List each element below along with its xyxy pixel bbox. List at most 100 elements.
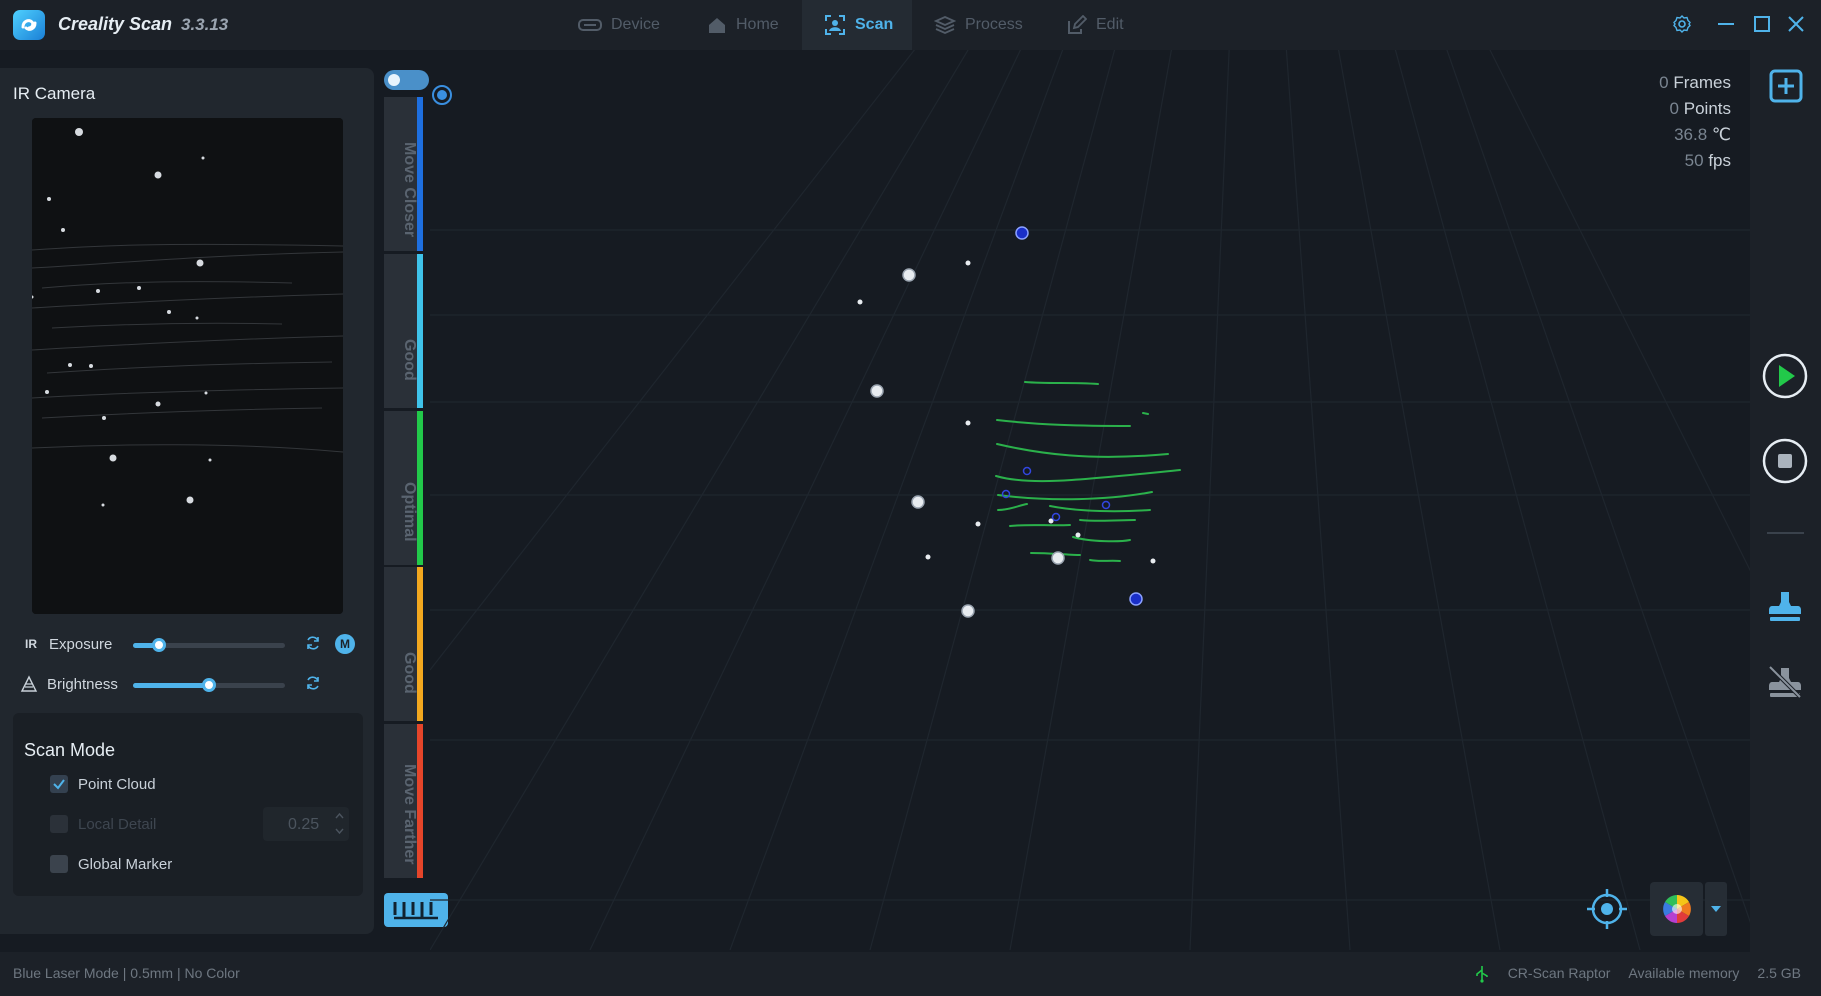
temperature-unit: ℃: [1711, 125, 1731, 144]
distance-segment-move-farther: Move Farther: [384, 724, 423, 879]
scan-mode-panel: Scan Mode Point Cloud Local Detail 0.25 …: [13, 713, 363, 896]
title-bar: Creality Scan 3.3.13 Device Home Scan Pr…: [0, 0, 1821, 50]
locate-button[interactable]: [1585, 887, 1629, 936]
temperature-value: 36.8: [1674, 125, 1708, 144]
local-detail-value: 0.25: [288, 816, 320, 833]
scan-stats: 0 Frames 0 Points 36.8 ℃ 50 fps: [1659, 70, 1731, 174]
play-icon: [1762, 353, 1808, 399]
memory-value: 2.5 GB: [1757, 965, 1801, 981]
maximize-button[interactable]: [1752, 14, 1772, 39]
layers-icon: [934, 16, 956, 34]
minimize-button[interactable]: [1716, 14, 1736, 39]
stamp-tool-button[interactable]: [1767, 588, 1803, 629]
scan-viewport[interactable]: [429, 29, 1761, 951]
color-mode-text: No Color: [184, 965, 240, 981]
stamp-off-icon: [1768, 665, 1802, 699]
distance-segment-good-far: Good: [384, 567, 423, 722]
stop-scan-button[interactable]: [1762, 438, 1808, 489]
brightness-slider-fill: [133, 683, 209, 688]
tab-process[interactable]: Process: [934, 0, 1026, 50]
tab-device[interactable]: Device: [578, 0, 670, 50]
brightness-label: Brightness: [47, 675, 118, 693]
distance-label-move-farther: Move Farther: [401, 764, 418, 865]
caret-down-icon: [1711, 906, 1721, 912]
exposure-row: IR Exposure: [20, 633, 112, 655]
brightness-slider-thumb[interactable]: [202, 678, 216, 692]
distance-stripe-move-closer: [417, 97, 423, 251]
point-cloud-checkbox[interactable]: [50, 775, 68, 793]
distance-label-move-closer: Move Closer: [401, 141, 418, 238]
tab-process-label: Process: [965, 16, 1023, 33]
app-version: 3.3.13: [181, 15, 229, 34]
distance-label-good-far: Good: [401, 652, 418, 694]
ir-camera-image: [32, 118, 343, 614]
ir-camera-view: 90: [32, 118, 343, 614]
chevron-down-icon: [335, 828, 344, 835]
status-bar: Blue Laser Mode | 0.5mm | No Color CR-Sc…: [0, 952, 1821, 996]
home-icon: [709, 18, 725, 33]
reset-brightness-icon[interactable]: [305, 675, 321, 691]
app-logo-icon: [13, 10, 45, 40]
ir-prefix: IR: [25, 637, 37, 651]
settings-button[interactable]: [1672, 14, 1692, 39]
global-marker-label: Global Marker: [78, 855, 173, 873]
stamp-disabled-button[interactable]: [1767, 664, 1803, 705]
stop-icon: [1762, 438, 1808, 484]
temperature-stat: 36.8 ℃: [1659, 122, 1731, 148]
distance-segment-optimal: Optimal: [384, 411, 423, 566]
local-detail-checkbox: [50, 815, 68, 833]
memory-label: Available memory: [1628, 965, 1740, 981]
add-icon: [1769, 69, 1803, 103]
scan-icon: [825, 15, 845, 35]
scan-tool-bar: [1750, 50, 1821, 952]
fps-value: 50: [1684, 151, 1704, 170]
local-detail-stepper: 0.25: [263, 807, 349, 841]
new-scan-button[interactable]: [1769, 69, 1803, 108]
device-status: CR-Scan Raptor Available memory 2.5 GB: [1508, 965, 1801, 981]
ir-camera-title: IR Camera: [13, 84, 96, 103]
resolution-text: 0.5mm: [130, 965, 174, 981]
brightness-icon: [20, 675, 38, 692]
app-title: Creality Scan: [58, 14, 173, 34]
tab-scan-label: Scan: [855, 16, 894, 33]
chevron-up-icon: [335, 812, 344, 819]
points-value: 0: [1669, 99, 1680, 118]
checkmark-icon: [53, 779, 65, 790]
device-name: CR-Scan Raptor: [1507, 965, 1611, 981]
distance-stripe-good-near: [417, 254, 423, 408]
start-scan-button[interactable]: [1762, 353, 1808, 404]
global-marker-checkbox[interactable]: [50, 855, 68, 873]
stamp-icon: [1769, 592, 1801, 621]
ir-camera-panel: IR Camera IR Exposure M Brightness Scan …: [0, 68, 374, 934]
tab-home[interactable]: Home: [707, 0, 782, 50]
toolbar-divider: [1767, 532, 1804, 534]
distance-stripe-optimal: [417, 411, 423, 565]
points-unit: Points: [1683, 99, 1731, 118]
frames-unit: Frames: [1673, 73, 1731, 92]
fps-unit: fps: [1708, 151, 1731, 170]
exposure-mode-badge[interactable]: M: [335, 634, 355, 654]
gear-icon: [1673, 15, 1691, 33]
tab-device-label: Device: [611, 16, 660, 33]
exposure-slider[interactable]: [133, 638, 285, 652]
close-button[interactable]: [1786, 14, 1806, 39]
distance-label-optimal: Optimal: [401, 481, 418, 542]
tab-scan[interactable]: Scan: [802, 0, 912, 50]
edit-icon: [1068, 15, 1087, 34]
point-cloud-option[interactable]: Point Cloud: [50, 775, 156, 793]
tab-edit[interactable]: Edit: [1067, 0, 1139, 50]
distance-bar-toggle[interactable]: [384, 70, 429, 90]
global-marker-option[interactable]: Global Marker: [50, 855, 172, 873]
exposure-label: Exposure: [49, 635, 113, 653]
close-icon: [1788, 16, 1804, 32]
reset-exposure-icon[interactable]: [305, 635, 321, 651]
exposure-slider-thumb[interactable]: [152, 638, 166, 652]
color-mode-button[interactable]: [1650, 882, 1703, 936]
color-mode-dropdown[interactable]: [1705, 882, 1727, 936]
usb-icon: [1476, 966, 1488, 983]
brightness-slider[interactable]: [133, 678, 285, 692]
points-stat: 0 Points: [1659, 96, 1731, 122]
local-detail-label: Local Detail: [78, 815, 157, 833]
scan-mode-status: Blue Laser Mode | 0.5mm | No Color: [13, 965, 240, 981]
distance-segment-move-closer: Move Closer: [384, 97, 423, 252]
